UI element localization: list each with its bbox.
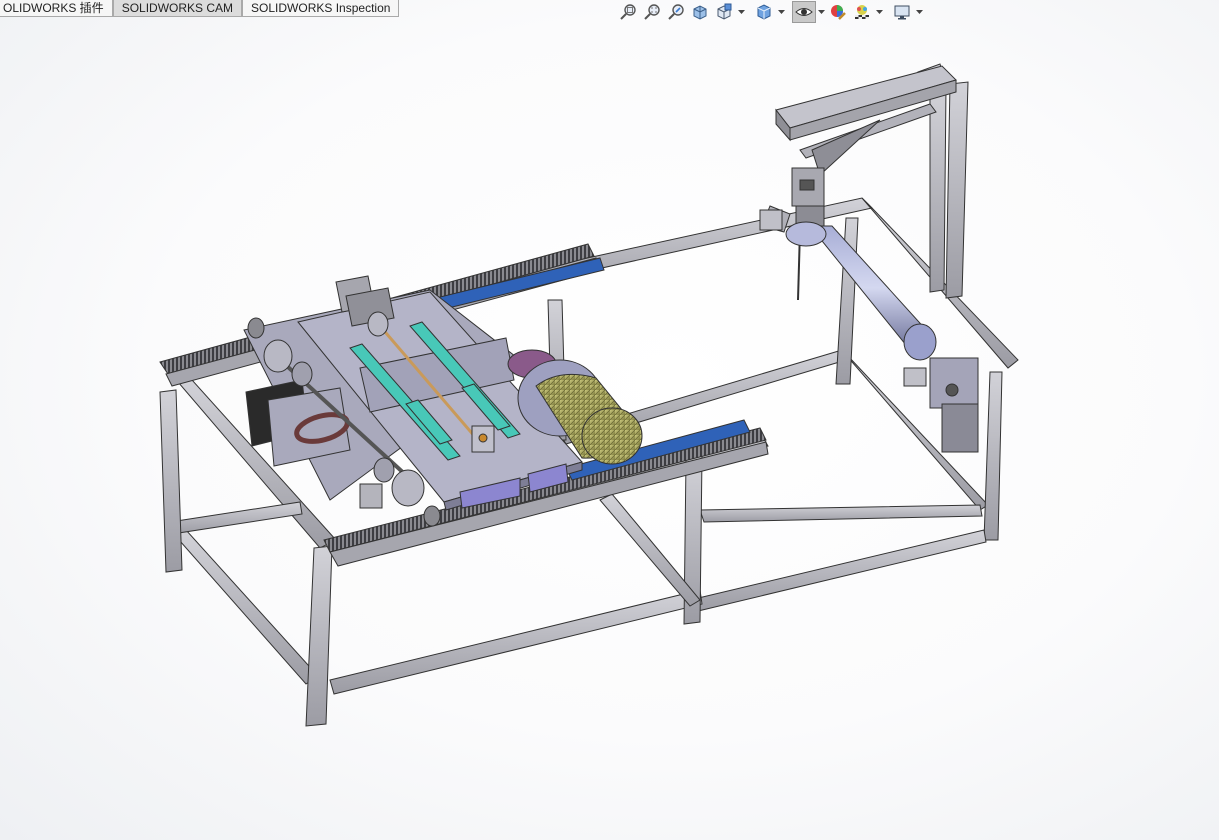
command-manager-tabs: OLIDWORKS 插件 SOLIDWORKS CAM SOLIDWORKS I… [0, 0, 400, 18]
zoom-to-fit-icon[interactable] [616, 1, 640, 23]
view-settings-dropdown[interactable] [914, 1, 924, 23]
view-orientation-icon[interactable] [712, 1, 736, 23]
hide-show-items-dropdown[interactable] [816, 1, 826, 23]
view-orientation-dropdown[interactable] [736, 1, 746, 23]
previous-view-icon[interactable] [664, 1, 688, 23]
tab-solidworks-addins[interactable]: OLIDWORKS 插件 [0, 0, 113, 17]
hide-show-items-icon[interactable] [792, 1, 816, 23]
tab-solidworks-cam[interactable]: SOLIDWORKS CAM [112, 0, 243, 17]
apply-scene-icon[interactable] [850, 1, 874, 23]
graphics-area[interactable] [0, 0, 1219, 840]
apply-scene-dropdown[interactable] [874, 1, 884, 23]
heads-up-view-toolbar [616, 0, 924, 24]
view-settings-icon[interactable] [890, 1, 914, 23]
display-style-dropdown[interactable] [776, 1, 786, 23]
display-style-icon[interactable] [752, 1, 776, 23]
tab-solidworks-inspection[interactable]: SOLIDWORKS Inspection [242, 0, 400, 17]
gantry-tower [775, 63, 969, 301]
edit-appearance-icon[interactable] [826, 1, 850, 23]
zoom-to-area-icon[interactable] [640, 1, 664, 23]
section-view-icon[interactable] [688, 1, 712, 23]
right-roller [761, 205, 979, 453]
